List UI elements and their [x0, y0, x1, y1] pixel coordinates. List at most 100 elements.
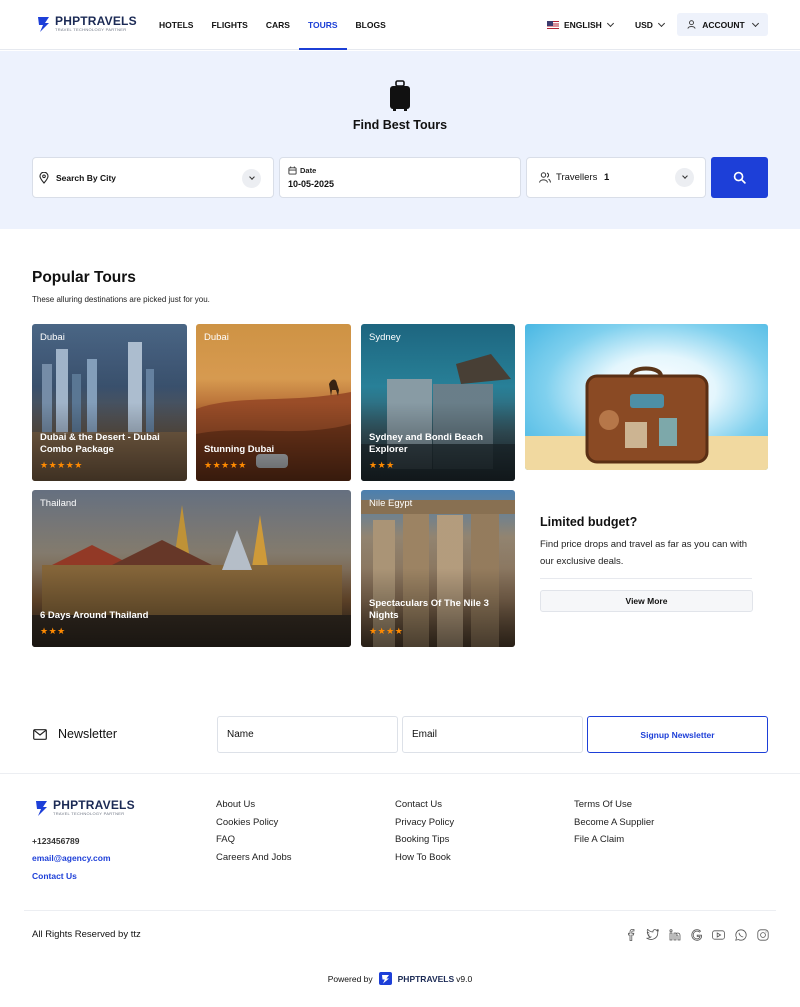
facebook-icon[interactable] [623, 927, 638, 942]
tour-rating: ★★★ [369, 460, 395, 470]
city-dropdown-toggle[interactable] [242, 169, 261, 188]
divider [0, 773, 800, 774]
footer-link[interactable]: File A Claim [574, 834, 654, 852]
footer-link[interactable]: Contact Us [395, 799, 454, 817]
city-search-field[interactable]: Search By City [32, 157, 274, 198]
nav-blogs[interactable]: BLOGS [347, 0, 395, 50]
footer-link[interactable]: FAQ [216, 834, 292, 852]
footer-email[interactable]: email@agency.com [32, 853, 111, 863]
promo-text: Find price drops and travel as far as yo… [540, 539, 747, 567]
header: PHPTRAVELS TRAVEL TECHNOLOGY PARTNER HOT… [0, 0, 800, 50]
social-links [623, 927, 770, 942]
section-subtitle: These alluring destinations are picked j… [32, 295, 210, 304]
footer-phone[interactable]: +123456789 [32, 836, 80, 846]
tour-card[interactable]: Dubai Stunning Dubai ★★★★★ [196, 324, 351, 481]
newsletter-email-input[interactable]: Email [402, 716, 583, 753]
instagram-icon[interactable] [755, 927, 770, 942]
tour-location: Thailand [40, 498, 77, 509]
twitter-icon[interactable] [645, 927, 660, 942]
tour-location: Nile Egypt [369, 498, 413, 509]
search-button[interactable] [711, 157, 768, 198]
date-field[interactable]: Date 10-05-2025 [279, 157, 521, 198]
google-icon[interactable] [689, 927, 704, 942]
nav-flights[interactable]: FLIGHTS [202, 0, 256, 50]
footer-contact-link[interactable]: Contact Us [32, 871, 77, 881]
chevron-down-icon [681, 173, 688, 179]
tour-rating: ★★★★ [369, 626, 404, 636]
promo-image [525, 324, 768, 470]
date-value: 10-05-2025 [288, 179, 335, 189]
tour-location: Dubai [204, 332, 229, 343]
chevron-down-icon [248, 174, 255, 180]
main-nav: HOTELS FLIGHTS CARS TOURS BLOGS [150, 0, 395, 50]
powered-by-brand[interactable]: PHPTRAVELS [398, 974, 455, 984]
footer-links-col3: Terms Of Use Become A Supplier File A Cl… [574, 799, 654, 852]
footer-link[interactable]: Become A Supplier [574, 817, 654, 835]
brand-tagline: TRAVEL TECHNOLOGY PARTNER [55, 27, 127, 32]
date-label: Date [300, 166, 317, 175]
linkedin-icon[interactable] [667, 927, 682, 942]
divider [24, 910, 776, 911]
tour-card[interactable]: Nile Egypt Spectaculars Of The Nile 3 Ni… [361, 490, 515, 647]
footer-logo[interactable]: PHPTRAVELS TRAVEL TECHNOLOGY PARTNER [34, 799, 135, 817]
youtube-icon[interactable] [711, 927, 726, 942]
image-overlay [361, 324, 515, 481]
tour-rating: ★★★★★ [40, 460, 83, 470]
view-more-button[interactable]: View More [540, 590, 753, 612]
users-icon [539, 172, 551, 183]
user-icon [687, 20, 696, 29]
brand-tagline: TRAVEL TECHNOLOGY PARTNER [53, 811, 125, 816]
logo-icon [38, 17, 49, 32]
account-button[interactable]: ACCOUNT [677, 13, 768, 36]
section-title: Popular Tours [32, 269, 136, 286]
travellers-field[interactable]: Travellers 1 [526, 157, 706, 198]
nav-cars[interactable]: CARS [257, 0, 299, 50]
footer-link[interactable]: Terms Of Use [574, 799, 654, 817]
image-overlay [32, 490, 351, 647]
divider [540, 578, 752, 579]
tour-card[interactable]: Dubai Dubai & the Desert - Dubai Combo P… [32, 324, 187, 481]
tour-card[interactable]: Sydney Sydney and Bondi Beach Explorer ★… [361, 324, 515, 481]
currency-dropdown[interactable]: USD [635, 14, 665, 36]
whatsapp-icon[interactable] [733, 927, 748, 942]
travellers-count: 1 [604, 172, 610, 183]
nav-hotels[interactable]: HOTELS [150, 0, 202, 50]
footer-link[interactable]: Cookies Policy [216, 817, 292, 835]
footer-links-col1: About Us Cookies Policy FAQ Careers And … [216, 799, 292, 869]
powered-by: Powered by PHPTRAVELS v9.0 [0, 972, 800, 985]
location-pin-icon [39, 172, 49, 184]
travellers-label: Travellers [556, 172, 598, 183]
tour-location: Sydney [369, 332, 401, 343]
image-overlay [32, 324, 187, 481]
search-icon [733, 171, 746, 184]
logo-icon [36, 801, 47, 816]
footer-link[interactable]: Booking Tips [395, 834, 454, 852]
suitcase-icon [390, 80, 410, 111]
footer-links-col2: Contact Us Privacy Policy Booking Tips H… [395, 799, 454, 869]
currency-label: USD [635, 20, 653, 30]
tour-rating: ★★★ [40, 626, 66, 636]
city-placeholder: Search By City [56, 173, 116, 183]
footer-link[interactable]: How To Book [395, 852, 454, 870]
account-label: ACCOUNT [702, 19, 745, 30]
brand-name: PHPTRAVELS [55, 14, 137, 28]
tour-title: Stunning Dubai [204, 443, 275, 455]
language-label: ENGLISH [564, 20, 602, 30]
tour-card[interactable]: Thailand 6 Days Around Thailand ★★★ [32, 490, 351, 647]
language-dropdown[interactable]: ENGLISH [547, 14, 614, 36]
brand-logo[interactable]: PHPTRAVELS TRAVEL TECHNOLOGY PARTNER [36, 15, 137, 33]
footer-link[interactable]: Privacy Policy [395, 817, 454, 835]
chevron-down-icon [606, 19, 614, 28]
brand-mini-logo-icon [378, 972, 392, 985]
us-flag-icon [547, 21, 559, 29]
hero-title: Find Best Tours [352, 118, 448, 132]
newsletter-name-input[interactable]: Name [217, 716, 398, 753]
tour-title: 6 Days Around Thailand [40, 609, 149, 621]
signup-newsletter-button[interactable]: Signup Newsletter [587, 716, 768, 753]
chevron-down-icon [751, 19, 759, 27]
nav-tours[interactable]: TOURS [298, 0, 347, 50]
copyright-text: All Rights Reserved by ttz [32, 929, 141, 940]
footer-link[interactable]: About Us [216, 799, 292, 817]
travellers-dropdown-toggle[interactable] [675, 168, 694, 187]
footer-link[interactable]: Careers And Jobs [216, 852, 292, 870]
